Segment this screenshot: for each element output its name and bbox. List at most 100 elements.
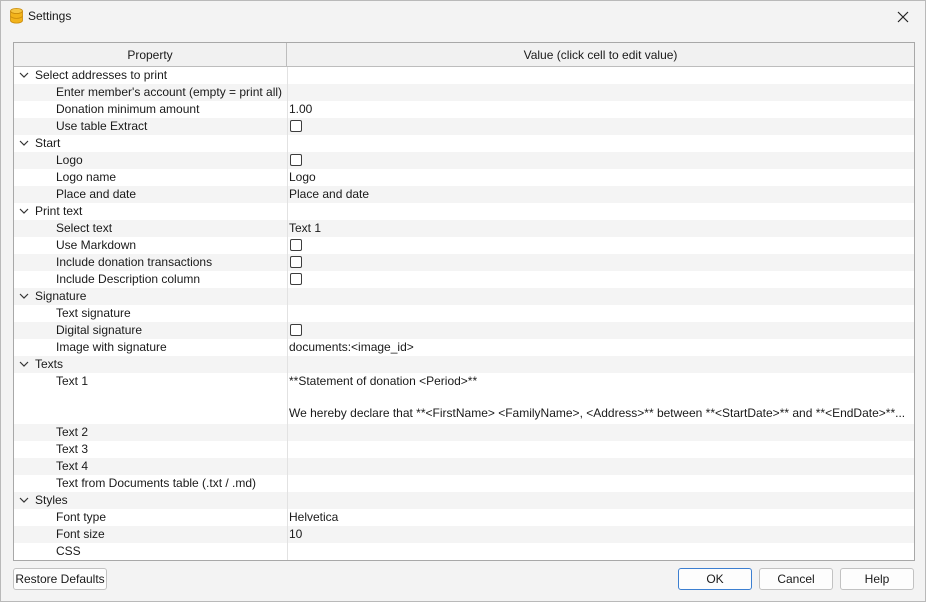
property-cell[interactable]: Text from Documents table (.txt / .md) [14, 475, 287, 492]
help-button[interactable]: Help [840, 568, 914, 590]
property-cell[interactable]: Image with signature [14, 339, 287, 356]
property-label: Text 3 [56, 442, 89, 456]
value-cell[interactable] [287, 271, 914, 288]
property-cell[interactable]: Text signature [14, 305, 287, 322]
restore-defaults-button[interactable]: Restore Defaults [13, 568, 107, 590]
property-row[interactable]: Donation minimum amount 1.00 [14, 101, 914, 118]
chevron-down-icon[interactable] [19, 207, 29, 215]
property-cell[interactable]: Donation minimum amount [14, 101, 287, 118]
property-row[interactable]: Text 3 [14, 441, 914, 458]
value-cell[interactable]: Place and date [287, 186, 914, 203]
property-column-header[interactable]: Property [14, 43, 287, 67]
settings-grid[interactable]: Property Value (click cell to edit value… [13, 42, 915, 561]
property-cell[interactable]: Text 3 [14, 441, 287, 458]
property-row[interactable]: Place and date Place and date [14, 186, 914, 203]
value-cell[interactable] [287, 441, 914, 458]
property-cell[interactable]: Use table Extract [14, 118, 287, 135]
property-row[interactable]: Font size 10 [14, 526, 914, 543]
property-row[interactable]: Enter member's account (empty = print al… [14, 84, 914, 101]
property-row[interactable]: Text from Documents table (.txt / .md) [14, 475, 914, 492]
property-cell[interactable]: Print text [14, 203, 287, 220]
property-cell[interactable]: Include Description column [14, 271, 287, 288]
value-cell[interactable]: Helvetica [287, 509, 914, 526]
group-row[interactable]: Signature [14, 288, 914, 305]
chevron-down-icon[interactable] [19, 71, 29, 79]
value-cell[interactable]: **Statement of donation <Period>** We her… [287, 373, 914, 424]
property-cell[interactable]: CSS [14, 543, 287, 560]
value-cell[interactable] [287, 254, 914, 271]
property-row[interactable]: Font type Helvetica [14, 509, 914, 526]
property-row[interactable]: Include donation transactions [14, 254, 914, 271]
property-cell[interactable]: Logo name [14, 169, 287, 186]
value-cell[interactable] [287, 237, 914, 254]
property-cell[interactable]: Place and date [14, 186, 287, 203]
property-cell[interactable]: Select text [14, 220, 287, 237]
value-cell[interactable]: documents:<image_id> [287, 339, 914, 356]
checkbox[interactable] [290, 120, 302, 132]
close-button[interactable] [881, 1, 925, 33]
property-cell[interactable]: Text 2 [14, 424, 287, 441]
property-row[interactable]: Logo [14, 152, 914, 169]
value-cell[interactable]: 1.00 [287, 101, 914, 118]
value-cell[interactable] [287, 322, 914, 339]
property-row[interactable]: Text signature [14, 305, 914, 322]
chevron-down-icon[interactable] [19, 360, 29, 368]
value-cell[interactable] [287, 118, 914, 135]
value-cell[interactable] [287, 475, 914, 492]
property-cell[interactable]: Font size [14, 526, 287, 543]
property-cell[interactable]: Logo [14, 152, 287, 169]
checkbox[interactable] [290, 273, 302, 285]
value-cell[interactable]: 10 [287, 526, 914, 543]
property-row[interactable]: Select text Text 1 [14, 220, 914, 237]
group-row[interactable]: Styles [14, 492, 914, 509]
group-row[interactable]: Print text [14, 203, 914, 220]
property-cell[interactable]: Use Markdown [14, 237, 287, 254]
property-cell[interactable]: Text 4 [14, 458, 287, 475]
chevron-down-icon[interactable] [19, 496, 29, 504]
property-row[interactable]: Logo name Logo [14, 169, 914, 186]
property-cell[interactable]: Select addresses to print [14, 67, 287, 84]
value-column-header[interactable]: Value (click cell to edit value) [287, 43, 914, 67]
checkbox[interactable] [290, 154, 302, 166]
property-label: Logo name [56, 170, 117, 184]
property-row[interactable]: Text 2 [14, 424, 914, 441]
ok-button[interactable]: OK [678, 568, 752, 590]
property-cell[interactable]: Digital signature [14, 322, 287, 339]
property-label: Include Description column [56, 272, 201, 286]
chevron-down-icon[interactable] [19, 292, 29, 300]
property-cell[interactable]: Styles [14, 492, 287, 509]
value-cell[interactable] [287, 84, 914, 101]
value-cell[interactable] [287, 305, 914, 322]
property-cell[interactable]: Text 1 [14, 373, 287, 424]
value-cell[interactable] [287, 458, 914, 475]
value-cell[interactable] [287, 152, 914, 169]
property-row[interactable]: Include Description column [14, 271, 914, 288]
checkbox[interactable] [290, 239, 302, 251]
group-row[interactable]: Start [14, 135, 914, 152]
checkbox[interactable] [290, 256, 302, 268]
property-row[interactable]: Use Markdown [14, 237, 914, 254]
property-label: Donation minimum amount [56, 102, 200, 116]
checkbox[interactable] [290, 324, 302, 336]
value-cell[interactable]: Text 1 [287, 220, 914, 237]
group-row[interactable]: Texts [14, 356, 914, 373]
property-row[interactable]: Digital signature [14, 322, 914, 339]
property-cell[interactable]: Font type [14, 509, 287, 526]
group-label: Texts [35, 357, 64, 371]
property-row[interactable]: CSS [14, 543, 914, 560]
property-row[interactable]: Image with signature documents:<image_id> [14, 339, 914, 356]
property-row[interactable]: Use table Extract [14, 118, 914, 135]
value-cell[interactable]: Logo [287, 169, 914, 186]
property-cell[interactable]: Include donation transactions [14, 254, 287, 271]
property-cell[interactable]: Start [14, 135, 287, 152]
chevron-down-icon[interactable] [19, 139, 29, 147]
cancel-button[interactable]: Cancel [759, 568, 833, 590]
property-row[interactable]: Text 1 **Statement of donation <Period>**… [14, 373, 914, 424]
group-row[interactable]: Select addresses to print [14, 67, 914, 84]
property-row[interactable]: Text 4 [14, 458, 914, 475]
property-cell[interactable]: Enter member's account (empty = print al… [14, 84, 287, 101]
value-cell[interactable] [287, 424, 914, 441]
value-cell[interactable] [287, 543, 914, 560]
property-cell[interactable]: Signature [14, 288, 287, 305]
property-cell[interactable]: Texts [14, 356, 287, 373]
